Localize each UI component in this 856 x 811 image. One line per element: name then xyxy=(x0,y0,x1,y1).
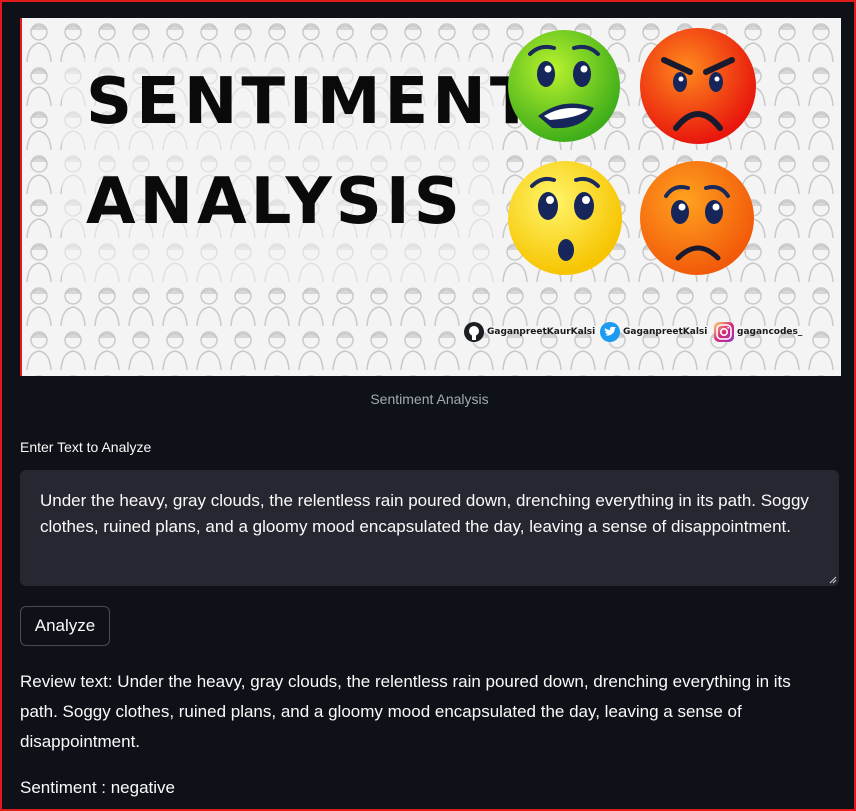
review-text-output: Review text: Under the heavy, gray cloud… xyxy=(20,672,791,751)
green-nervous-emoji-icon xyxy=(508,30,620,142)
instagram-icon xyxy=(714,322,734,342)
textarea-value: Under the heavy, gray clouds, the relent… xyxy=(40,491,809,536)
banner-title-line1: SENTIMENT xyxy=(86,65,538,139)
github-icon xyxy=(464,322,484,342)
sentiment-result: Sentiment : negative xyxy=(20,778,175,797)
social-instagram: gagancodes_ xyxy=(714,320,802,344)
analyze-button[interactable]: Analyze xyxy=(20,606,110,646)
yellow-surprised-emoji-icon xyxy=(508,161,622,275)
social-github: GaganpreetKaurKalsi xyxy=(464,320,595,344)
banner-title-line2: ANALYSIS xyxy=(86,165,464,239)
twitter-icon xyxy=(600,322,620,342)
social-instagram-handle: gagancodes_ xyxy=(737,327,803,337)
social-github-handle: GaganpreetKaurKalsi xyxy=(487,327,596,337)
image-caption: Sentiment Analysis xyxy=(370,391,489,407)
banner-image: SENTIMENT ANALYSIS GaganpreetKaurKalsi G… xyxy=(20,18,841,376)
text-to-analyze-textarea[interactable]: Under the heavy, gray clouds, the relent… xyxy=(20,470,839,586)
orange-sad-emoji-icon xyxy=(640,161,754,275)
social-twitter-handle: GaganpreetKalsi xyxy=(623,327,708,337)
resize-handle-icon[interactable] xyxy=(827,574,837,584)
red-angry-emoji-icon xyxy=(640,28,756,144)
social-twitter: GaganpreetKalsi xyxy=(600,320,707,344)
text-input-label: Enter Text to Analyze xyxy=(20,439,152,455)
